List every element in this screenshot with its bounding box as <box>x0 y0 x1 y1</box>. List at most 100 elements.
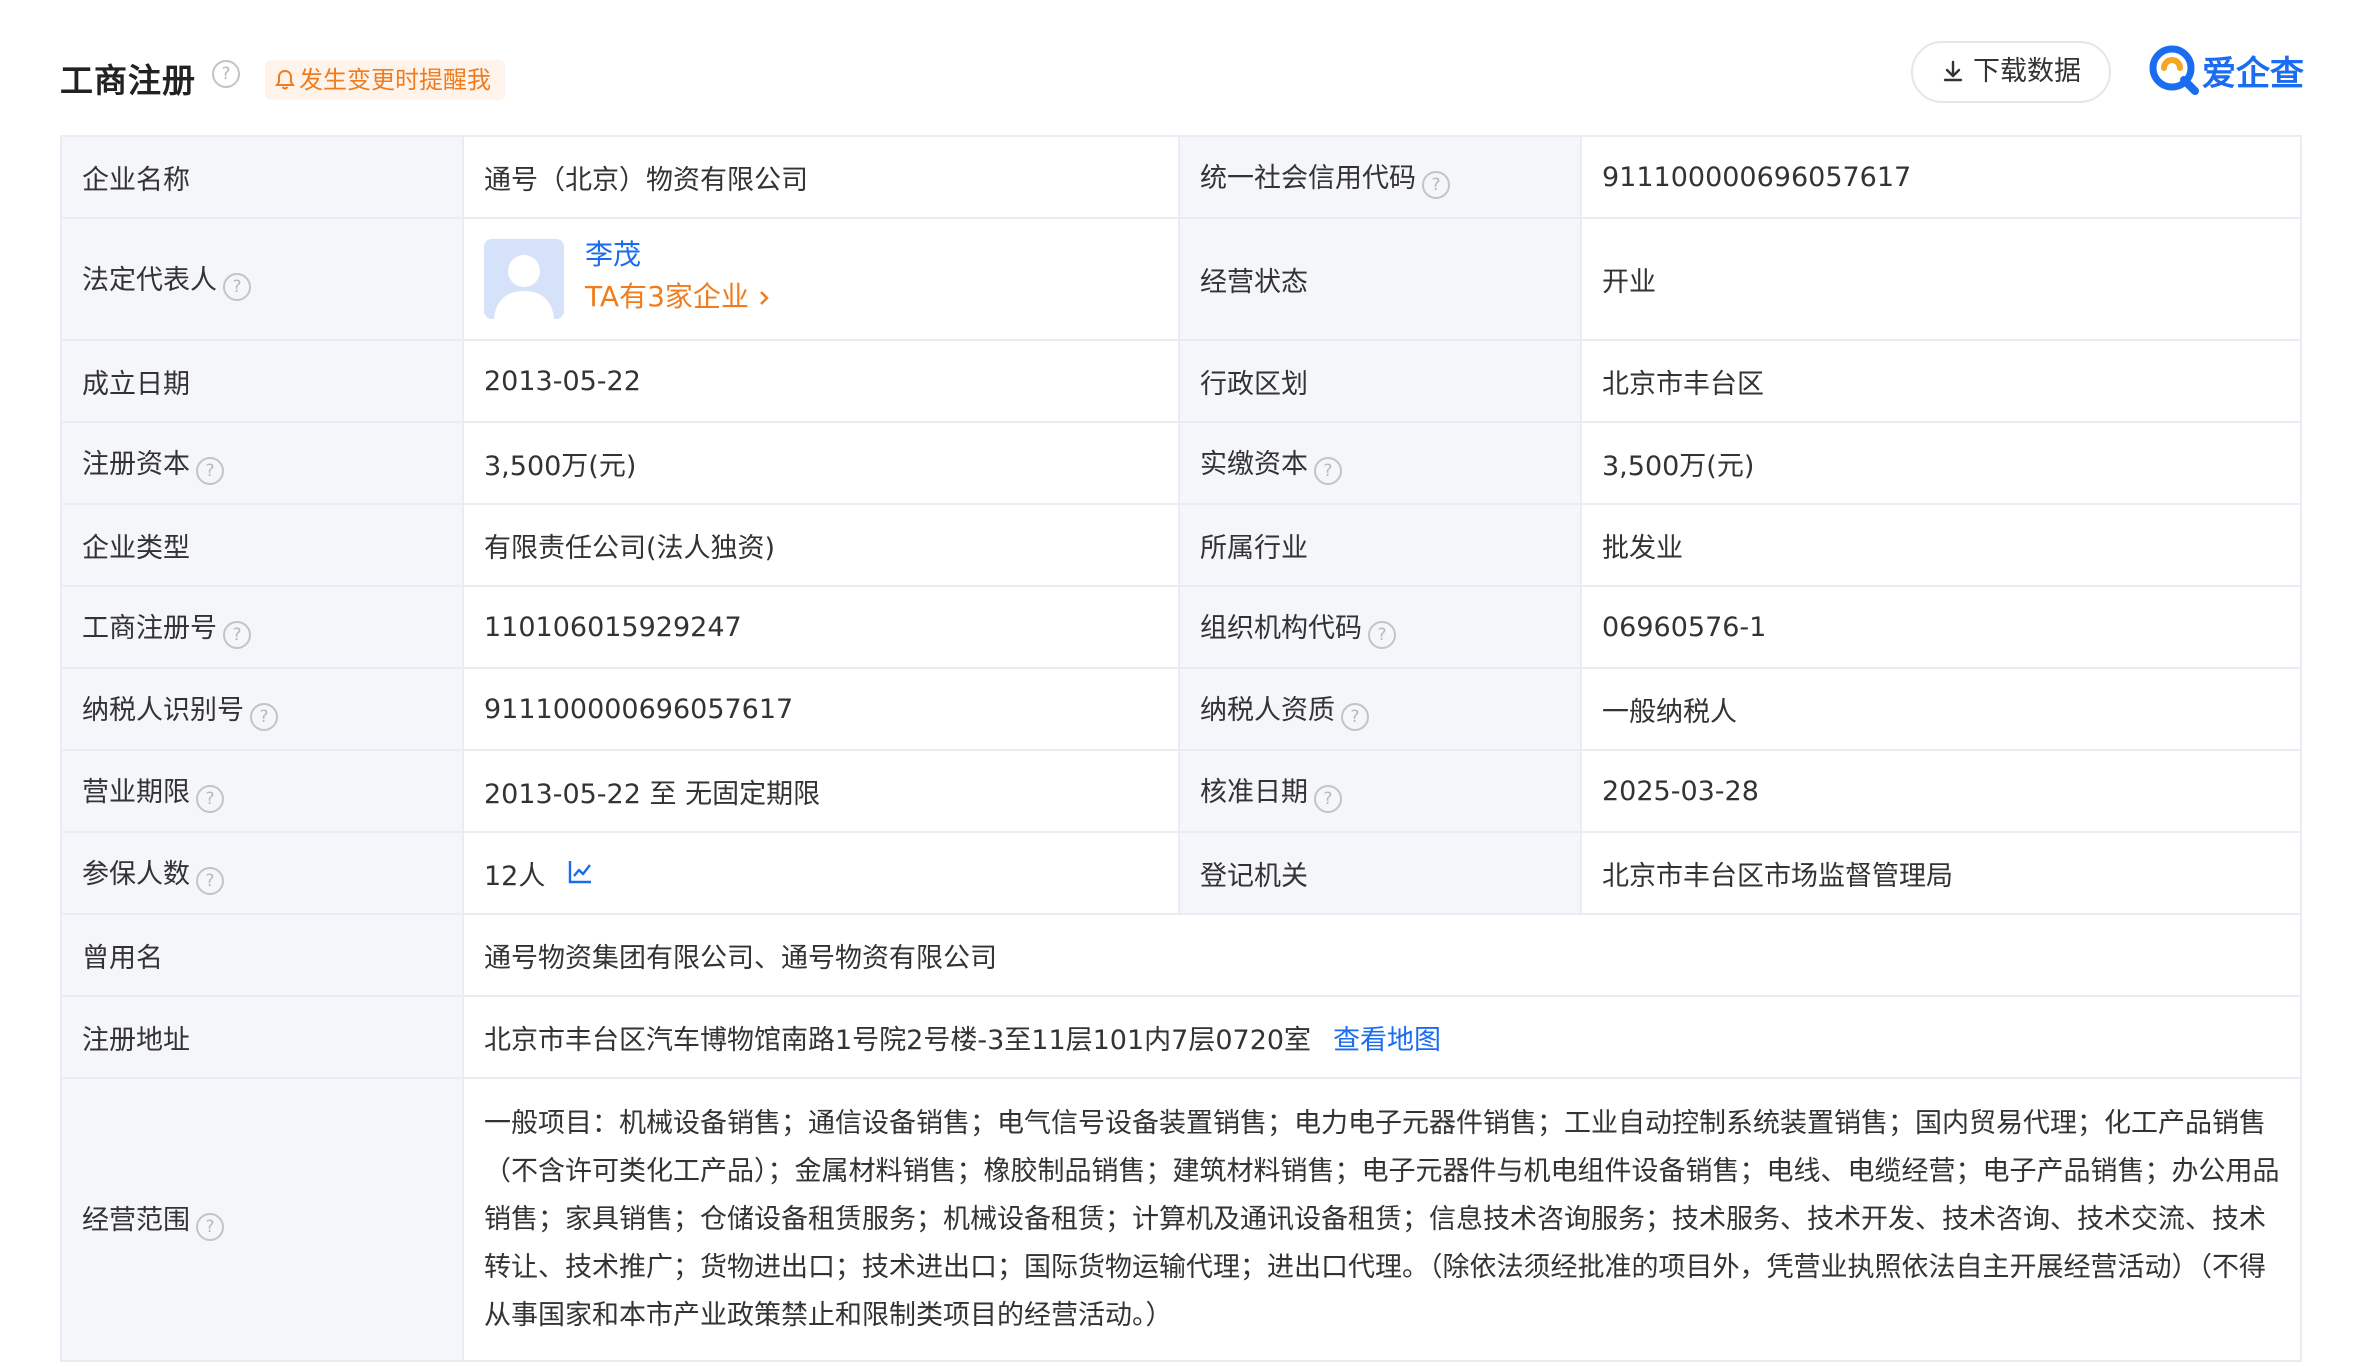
credit-code-value: 911100000696057617 <box>1580 135 2302 219</box>
table-row: 企业名称 通号（北京）物资有限公司 统一社会信用代码? 911100000696… <box>60 135 2302 219</box>
paid-capital-label: 实缴资本 <box>1200 448 1308 480</box>
authority-value: 北京市丰台区市场监督管理局 <box>1580 831 2302 915</box>
legal-rep-name-link[interactable]: 李茂 <box>585 237 641 273</box>
legal-rep-person: 李茂 TA有3家企业 <box>484 237 1158 321</box>
founded-value: 2013-05-22 <box>462 339 1180 423</box>
reg-capital-label: 注册资本 <box>82 448 190 480</box>
address-value: 北京市丰台区汽车博物馆南路1号院2号楼-3至11层101内7层0720室 <box>484 1024 1312 1056</box>
table-row: 成立日期 2013-05-22 行政区划 北京市丰台区 <box>60 339 2302 423</box>
taxpayer-qual-value: 一般纳税人 <box>1580 667 2302 751</box>
approval-date-label: 核准日期 <box>1200 776 1308 808</box>
insured-value-cell: 12人 <box>462 831 1180 915</box>
legal-rep-value-cell: 李茂 TA有3家企业 <box>462 217 1180 341</box>
bell-icon <box>275 69 295 90</box>
legal-rep-companies-link[interactable]: TA有3家企业 <box>585 279 773 315</box>
industry-value: 批发业 <box>1580 503 2302 587</box>
former-names-label: 曾用名 <box>60 913 464 997</box>
help-icon[interactable]: ? <box>196 456 224 485</box>
table-row: 纳税人识别号? 911100000696057617 纳税人资质? 一般纳税人 <box>60 667 2302 751</box>
taxpayer-id-label: 纳税人识别号 <box>82 694 244 726</box>
term-value: 2013-05-22 至 无固定期限 <box>462 749 1180 833</box>
paid-capital-value: 3,500万(元) <box>1580 421 2302 505</box>
help-icon[interactable]: ? <box>223 620 251 649</box>
credit-code-label-cell: 统一社会信用代码? <box>1178 135 1582 219</box>
logo-text: 爱企查 <box>2202 53 2304 94</box>
org-code-label: 组织机构代码 <box>1200 612 1362 644</box>
view-map-link[interactable]: 查看地图 <box>1333 1025 1441 1056</box>
table-row: 参保人数? 12人 登记机关 北京市丰台区市场监督管理局 <box>60 831 2302 915</box>
term-label-cell: 营业期限? <box>60 749 464 833</box>
help-icon[interactable]: ? <box>223 272 251 301</box>
paid-capital-label-cell: 实缴资本? <box>1178 421 1582 505</box>
scope-value-cell: 一般项目：机械设备销售；通信设备销售；电气信号设备装置销售；电力电子元器件销售；… <box>462 1077 2302 1362</box>
status-label: 经营状态 <box>1178 217 1582 341</box>
avatar[interactable] <box>484 239 564 319</box>
download-data-button[interactable]: 下载数据 <box>1911 41 2111 103</box>
chevron-right-icon <box>760 291 769 305</box>
reg-capital-label-cell: 注册资本? <box>60 421 464 505</box>
reg-capital-value: 3,500万(元) <box>462 421 1180 505</box>
change-reminder-button[interactable]: 发生变更时提醒我 <box>265 60 505 100</box>
reg-no-value: 110106015929247 <box>462 585 1180 669</box>
status-value: 开业 <box>1580 217 2302 341</box>
legal-rep-label: 法定代表人 <box>82 264 217 296</box>
section-title: 工商注册 <box>60 61 196 100</box>
taxpayer-id-label-cell: 纳税人识别号? <box>60 667 464 751</box>
org-code-label-cell: 组织机构代码? <box>1178 585 1582 669</box>
table-row: 注册地址 北京市丰台区汽车博物馆南路1号院2号楼-3至11层101内7层0720… <box>60 995 2302 1079</box>
help-icon[interactable]: ? <box>212 60 240 88</box>
company-type-value: 有限责任公司(法人独资) <box>462 503 1180 587</box>
table-row: 注册资本? 3,500万(元) 实缴资本? 3,500万(元) <box>60 421 2302 505</box>
insured-label: 参保人数 <box>82 858 190 890</box>
reg-no-label-cell: 工商注册号? <box>60 585 464 669</box>
scope-label: 经营范围 <box>82 1205 190 1236</box>
approval-date-label-cell: 核准日期? <box>1178 749 1582 833</box>
legal-rep-label-cell: 法定代表人? <box>60 217 464 341</box>
credit-code-label: 统一社会信用代码 <box>1200 162 1416 194</box>
insured-value: 12人 <box>484 860 546 892</box>
former-names-value: 通号物资集团有限公司、通号物资有限公司 <box>462 913 2302 997</box>
founded-label: 成立日期 <box>60 339 464 423</box>
download-icon <box>1943 60 1963 82</box>
region-value: 北京市丰台区 <box>1580 339 2302 423</box>
authority-label: 登记机关 <box>1178 831 1582 915</box>
change-reminder-label: 发生变更时提醒我 <box>299 66 491 94</box>
download-data-label: 下载数据 <box>1973 56 2081 87</box>
company-name-label: 企业名称 <box>60 135 464 219</box>
table-row: 法定代表人? 李茂 TA有3家企业 经营状态 开业 <box>60 217 2302 341</box>
taxpayer-id-value: 911100000696057617 <box>462 667 1180 751</box>
approval-date-value: 2025-03-28 <box>1580 749 2302 833</box>
address-label: 注册地址 <box>60 995 464 1079</box>
aiqicha-logo: 爱企查 <box>2148 44 2304 100</box>
scope-value: 一般项目：机械设备销售；通信设备销售；电气信号设备装置销售；电力电子元器件销售；… <box>484 1107 2280 1331</box>
table-row: 工商注册号? 110106015929247 组织机构代码? 06960576-… <box>60 585 2302 669</box>
section-header: 工商注册 ? 发生变更时提醒我 下载数据 爱企查 <box>60 40 2304 120</box>
help-icon[interactable]: ? <box>1314 456 1342 485</box>
help-icon[interactable]: ? <box>250 702 278 731</box>
taxpayer-qual-label: 纳税人资质 <box>1200 694 1335 726</box>
help-icon[interactable]: ? <box>196 784 224 813</box>
term-label: 营业期限 <box>82 776 190 808</box>
help-icon[interactable]: ? <box>1422 170 1450 199</box>
reg-no-label: 工商注册号 <box>82 612 217 644</box>
taxpayer-qual-label-cell: 纳税人资质? <box>1178 667 1582 751</box>
trend-chart-icon[interactable] <box>567 859 593 885</box>
help-icon[interactable]: ? <box>1368 620 1396 649</box>
person-placeholder-icon <box>484 239 564 319</box>
company-name-value: 通号（北京）物资有限公司 <box>462 135 1180 219</box>
region-label: 行政区划 <box>1178 339 1582 423</box>
help-icon[interactable]: ? <box>1341 702 1369 731</box>
table-row: 企业类型 有限责任公司(法人独资) 所属行业 批发业 <box>60 503 2302 587</box>
help-icon[interactable]: ? <box>1314 784 1342 813</box>
business-registration-panel: 工商注册 ? 发生变更时提醒我 下载数据 爱企查 企业名称 通号（北京）物资有限… <box>60 40 2304 1362</box>
insured-label-cell: 参保人数? <box>60 831 464 915</box>
company-type-label: 企业类型 <box>60 503 464 587</box>
help-icon[interactable]: ? <box>196 1213 224 1241</box>
table-row: 经营范围? 一般项目：机械设备销售；通信设备销售；电气信号设备装置销售；电力电子… <box>60 1077 2302 1362</box>
legal-rep-companies-label: TA有3家企业 <box>585 280 749 313</box>
help-icon[interactable]: ? <box>196 866 224 895</box>
registration-info-table: 企业名称 通号（北京）物资有限公司 统一社会信用代码? 911100000696… <box>60 135 2302 1362</box>
scope-label-cell: 经营范围? <box>60 1077 464 1362</box>
table-row: 营业期限? 2013-05-22 至 无固定期限 核准日期? 2025-03-2… <box>60 749 2302 833</box>
aiqicha-logo-icon <box>2149 45 2199 95</box>
